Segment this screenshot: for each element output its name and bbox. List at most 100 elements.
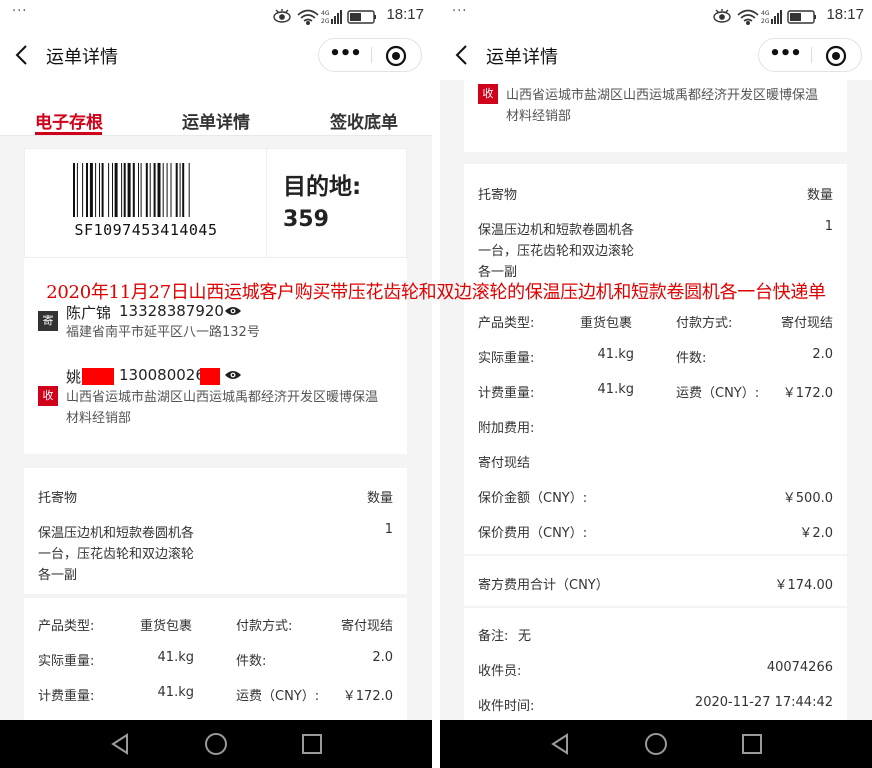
goods-quantity: 1 (384, 522, 393, 537)
barcode-bar (99, 163, 100, 217)
insured-amount-value: ￥500.0 (782, 491, 833, 506)
receiver-address-line2: 材料经销部 (506, 109, 572, 124)
product-type-label: 产品类型: (38, 619, 95, 634)
more-menu-button[interactable]: ••• (759, 39, 811, 71)
barcode-bar (82, 163, 84, 217)
freight-value: ￥172.0 (782, 386, 833, 401)
pieces-value: 2.0 (372, 650, 393, 665)
nav-home-icon[interactable] (204, 732, 228, 756)
courier-label: 收件员: (478, 664, 522, 679)
capsule-divider (371, 47, 372, 63)
barcode-bar (123, 163, 126, 217)
payment-label: 付款方式: (236, 619, 293, 634)
receiver-name: 姚 (66, 368, 82, 386)
total-card: 寄方费用合计（CNY） ￥174.00 (464, 556, 847, 606)
barcode-bar (73, 163, 75, 217)
goods-header: 托寄物 (38, 491, 78, 506)
nav-recents-icon[interactable] (740, 732, 764, 756)
clock: 18:17 (386, 6, 424, 23)
nav-recents-icon[interactable] (300, 732, 324, 756)
battery-icon (347, 10, 376, 24)
barcode-bar (108, 163, 110, 217)
mini-program-capsule: ••• (318, 38, 422, 72)
billing-weight-label: 计费重量: (38, 689, 95, 704)
product-type-label: 产品类型: (478, 316, 535, 331)
quantity-header: 数量 (366, 491, 393, 506)
barcode-bar (170, 163, 172, 217)
show-phone-eye-icon[interactable] (224, 369, 242, 381)
actual-weight-label: 实际重量: (478, 351, 535, 366)
tab-waybill-details[interactable]: 运单详情 (182, 108, 250, 133)
more-dots: ··· (452, 4, 468, 19)
more-menu-button[interactable]: ••• (319, 39, 371, 71)
barcode-bar (127, 163, 131, 217)
actual-weight-value: 41.kg (157, 650, 194, 665)
barcode-bar (149, 163, 151, 217)
svg-text:2G: 2G (761, 18, 770, 25)
goods-line-1: 保温压边机和短款卷圆机各 (478, 223, 635, 238)
right-screenshot: ··· 4G 2G 18:17 运单详情 ••• 收 山西省运城市盐湖区山西运城禹… (440, 0, 872, 768)
extra-fee-note: 寄付现结 (478, 456, 531, 471)
actual-weight-value: 41.kg (597, 347, 634, 362)
barcode-bar (179, 163, 181, 217)
payment-label: 付款方式: (676, 316, 733, 331)
barcode-bar (76, 163, 78, 217)
remark-label: 备注: (478, 629, 509, 644)
capsule-divider (811, 47, 812, 63)
back-arrow-icon[interactable] (454, 44, 470, 66)
panel-gutter (432, 0, 440, 768)
freight-label: 运费（CNY）: (676, 386, 760, 401)
freight-value: ￥172.0 (342, 689, 393, 704)
wifi-icon (297, 9, 319, 25)
waybill-header-card: SF1097453414045 目的地: 359 (24, 148, 407, 259)
pieces-value: 2.0 (812, 347, 833, 362)
svg-text:4G: 4G (761, 10, 770, 17)
pickup-time-value: 2020-11-27 17:44:42 (694, 695, 833, 710)
billing-weight-value: 41.kg (157, 685, 194, 700)
goods-header: 托寄物 (478, 188, 518, 203)
title-bar: 运单详情 ••• (0, 30, 432, 80)
goods-line-3: 各一副 (38, 568, 78, 583)
status-bar: ··· 4G 2G 18:17 (440, 0, 872, 30)
billing-weight-value: 41.kg (597, 382, 634, 397)
payment-value: 寄付现结 (340, 619, 393, 634)
nav-home-icon[interactable] (644, 732, 668, 756)
actual-weight-label: 实际重量: (38, 654, 95, 669)
barcode-bar (121, 163, 123, 217)
billing-weight-label: 计费重量: (478, 386, 535, 401)
nav-back-icon[interactable] (548, 732, 572, 756)
barcode-bar (157, 163, 161, 217)
more-dots: ··· (12, 4, 28, 19)
sender-address: 福建省南平市延平区八一路132号 (66, 325, 260, 340)
insurance-fee-label: 保价费用（CNY）: (478, 526, 588, 541)
wifi-icon (737, 9, 759, 25)
close-target-icon[interactable] (385, 45, 407, 67)
tab-signature-receipt[interactable]: 签收底单 (330, 108, 398, 133)
barcode-bar (86, 163, 88, 217)
barcode-bar (188, 163, 190, 217)
signal-icon: 4G2G (761, 10, 782, 25)
show-phone-eye-icon[interactable] (224, 305, 242, 317)
pieces-label: 件数: (236, 654, 267, 669)
tab-e-stub[interactable]: 电子存根 (35, 108, 103, 133)
destination-label: 目的地: (283, 174, 362, 200)
freight-label: 运费（CNY）: (236, 689, 320, 704)
quantity-header: 数量 (806, 188, 833, 203)
courier-value: 40074266 (766, 660, 833, 675)
back-arrow-icon[interactable] (14, 44, 30, 66)
mini-program-capsule: ••• (758, 38, 862, 72)
barcode-area: SF1097453414045 (25, 149, 267, 259)
nav-back-icon[interactable] (108, 732, 132, 756)
barcode-bar (166, 163, 168, 217)
title-bar: 运单详情 ••• (440, 30, 872, 80)
sender-badge: 寄 (38, 311, 58, 331)
goods-card: 托寄物 数量 保温压边机和短款卷圆机各 一台，压花齿轮和双边滚轮 各一副 1 (24, 468, 407, 594)
product-type-value: 重货包裹 (140, 619, 193, 634)
barcode-bar (153, 163, 156, 217)
barcode-bar (138, 163, 139, 217)
receiver-address-line1: 山西省运城市盐湖区山西运城禹都经济开发区暖博保温 (66, 390, 379, 405)
pickup-time-label: 收件时间: (478, 699, 535, 714)
pieces-label: 件数: (676, 351, 707, 366)
close-target-icon[interactable] (825, 45, 847, 67)
sender-name: 陈广锦 (66, 304, 112, 322)
